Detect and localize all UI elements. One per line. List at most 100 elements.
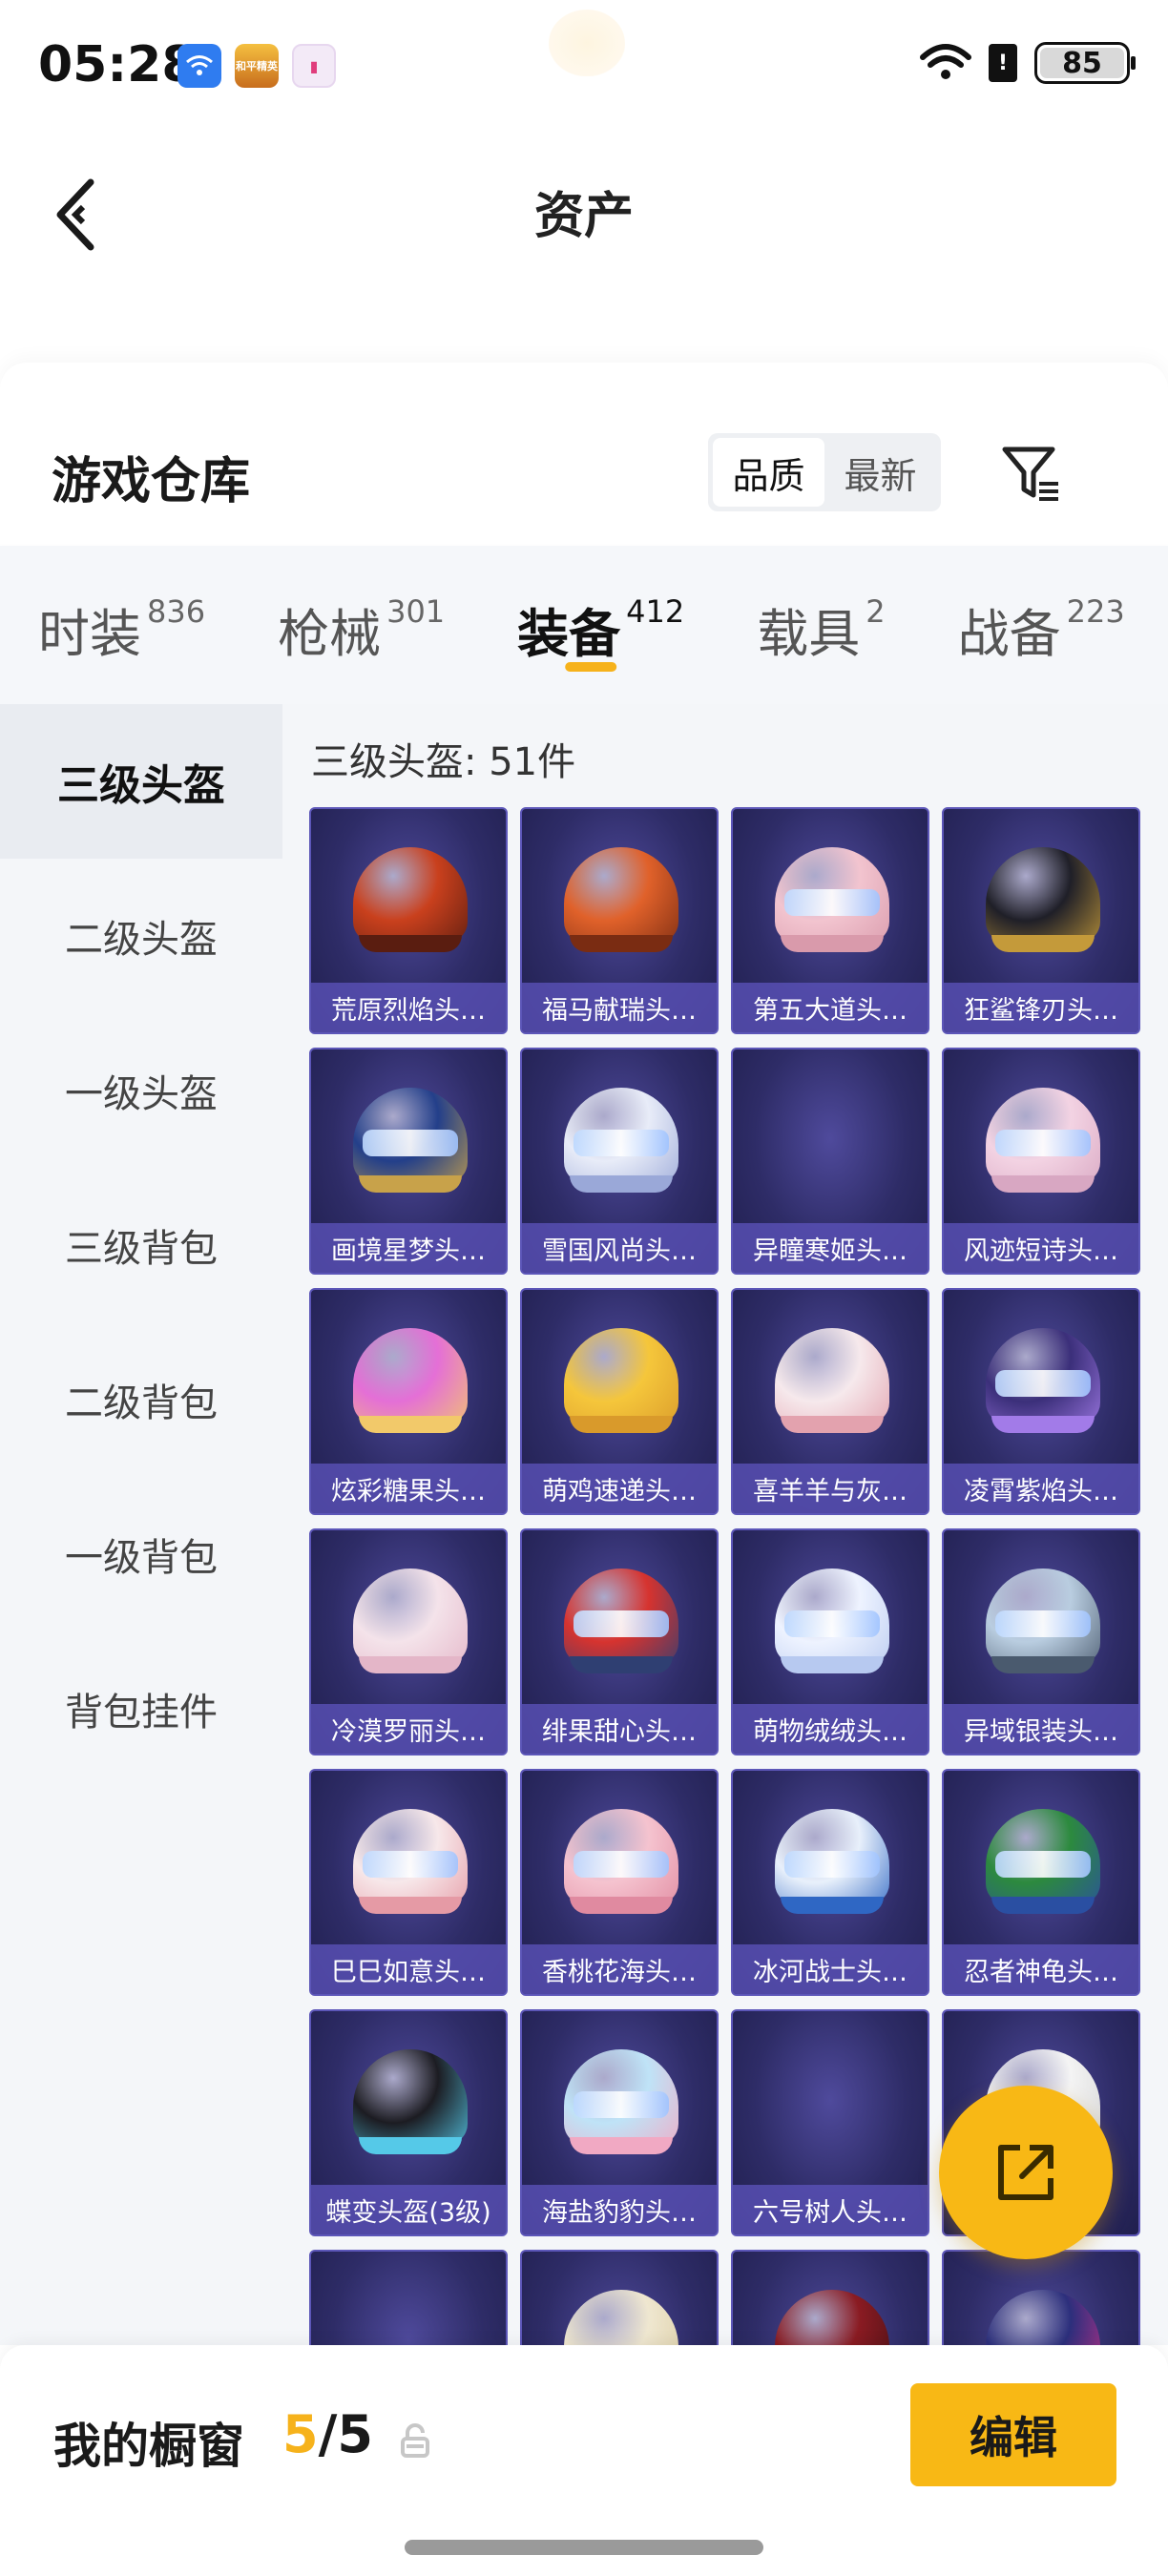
helmet-icon bbox=[353, 1328, 468, 1443]
status-bar: 05:28 和平精英 ▮ ! 85 bbox=[0, 0, 1168, 134]
tab-count: 836 bbox=[147, 593, 206, 630]
sidebar-item-level2-backpack[interactable]: 二级背包 bbox=[0, 1322, 282, 1477]
item-card[interactable]: 萌物绒绒头… bbox=[731, 1528, 929, 1755]
item-name: 喜羊羊与灰… bbox=[733, 1464, 928, 1513]
item-card[interactable]: 忍者神龟头… bbox=[942, 1769, 1140, 1996]
helmet-icon bbox=[353, 847, 468, 962]
item-name: 风迹短诗头… bbox=[944, 1223, 1138, 1273]
helmet-icon bbox=[564, 1088, 678, 1202]
subcategory-sidebar: 三级头盔 二级头盔 一级头盔 三级背包 二级背包 一级背包 背包挂件 bbox=[0, 704, 282, 2345]
item-card[interactable]: 香桃花海头… bbox=[520, 1769, 719, 1996]
item-card[interactable]: 雪国风尚头… bbox=[520, 1048, 719, 1275]
item-name: 海盐豹豹头… bbox=[522, 2185, 717, 2234]
helmet-icon bbox=[986, 1568, 1100, 1683]
tab-count: 2 bbox=[866, 593, 886, 630]
filter-button[interactable] bbox=[992, 435, 1069, 511]
tab-supplies[interactable]: 战备 223 bbox=[958, 546, 1125, 667]
item-name: 萌物绒绒头… bbox=[733, 1704, 928, 1754]
item-name: 香桃花海头… bbox=[522, 1944, 717, 1994]
item-card[interactable]: 海盐豹豹头… bbox=[520, 2009, 719, 2236]
helmet-icon bbox=[353, 2049, 468, 2164]
sidebar-item-level3-backpack[interactable]: 三级背包 bbox=[0, 1168, 282, 1322]
item-card[interactable]: 凌霄紫焰头… bbox=[942, 1288, 1140, 1515]
battery-icon: 85 bbox=[1034, 42, 1136, 84]
game-app-icon-text: 和平精英 bbox=[236, 60, 278, 73]
tab-count: 223 bbox=[1066, 593, 1125, 630]
item-card[interactable]: 六号树人头… bbox=[731, 2009, 929, 2236]
item-card[interactable]: 喜羊羊与灰… bbox=[731, 1288, 929, 1515]
item-card[interactable]: 画境星梦头… bbox=[309, 1048, 508, 1275]
helmet-icon bbox=[564, 2290, 678, 2345]
helmet-icon bbox=[986, 847, 1100, 962]
item-name: 雪国风尚头… bbox=[522, 1223, 717, 1273]
tab-vehicles[interactable]: 载具 2 bbox=[757, 546, 885, 667]
helmet-icon bbox=[986, 1328, 1100, 1443]
item-name: 炫彩糖果头… bbox=[311, 1464, 506, 1513]
tab-fashion[interactable]: 时装 836 bbox=[38, 546, 205, 667]
share-icon bbox=[998, 2145, 1053, 2200]
tab-count: 301 bbox=[386, 593, 446, 630]
active-tab-indicator bbox=[564, 662, 616, 672]
filter-icon bbox=[1002, 447, 1058, 501]
helmet-icon bbox=[564, 847, 678, 962]
item-card[interactable]: 狂鲨锋刃头… bbox=[942, 807, 1140, 1034]
sort-quality-option[interactable]: 品质 bbox=[713, 438, 824, 507]
item-card[interactable]: 异域银装头… bbox=[942, 1528, 1140, 1755]
item-name: 福马献瑞头… bbox=[522, 983, 717, 1032]
item-card[interactable]: 炫彩糖果头… bbox=[309, 1288, 508, 1515]
helmet-icon bbox=[775, 1328, 889, 1443]
item-card[interactable]: 风迹短诗头… bbox=[942, 1048, 1140, 1275]
helmet-icon bbox=[775, 2290, 889, 2345]
helmet-icon bbox=[775, 847, 889, 962]
wifi-signal-icon bbox=[920, 44, 971, 79]
share-button[interactable] bbox=[939, 2086, 1113, 2259]
sidebar-item-level1-backpack[interactable]: 一级背包 bbox=[0, 1477, 282, 1631]
game-app-icon: 和平精英 bbox=[235, 44, 279, 88]
sort-newest-option[interactable]: 最新 bbox=[824, 438, 936, 507]
sidebar-item-level1-helmet[interactable]: 一级头盔 bbox=[0, 1013, 282, 1168]
item-card[interactable]: 绯果甜心头… bbox=[520, 1528, 719, 1755]
tab-label: 载具 bbox=[757, 604, 861, 664]
helmet-icon bbox=[353, 1809, 468, 1923]
item-name: 忍者神龟头… bbox=[944, 1944, 1138, 1994]
tab-equipment[interactable]: 装备 412 bbox=[517, 546, 684, 672]
item-card[interactable]: 萌鸡速递头… bbox=[520, 1288, 719, 1515]
item-card[interactable]: 异瞳寒姬头… bbox=[731, 1048, 929, 1275]
item-card[interactable]: 第五大道头… bbox=[731, 807, 929, 1034]
item-card[interactable]: 冷漠罗丽头… bbox=[309, 1528, 508, 1755]
helmet-icon bbox=[564, 2049, 678, 2164]
wifi-app-icon bbox=[177, 44, 221, 88]
sim-alert-icon: ! bbox=[989, 44, 1017, 82]
sidebar-item-backpack-charm[interactable]: 背包挂件 bbox=[0, 1631, 282, 1786]
tab-label: 枪械 bbox=[278, 604, 382, 664]
item-name: 萌鸡速递头… bbox=[522, 1464, 717, 1513]
item-name: 冰河战士头… bbox=[733, 1944, 928, 1994]
item-card[interactable]: 蝶变头盔(3级) bbox=[309, 2009, 508, 2236]
item-card[interactable]: 巳巳如意头… bbox=[309, 1769, 508, 1996]
helmet-icon bbox=[564, 1328, 678, 1443]
item-card[interactable] bbox=[942, 2250, 1140, 2345]
helmet-icon bbox=[564, 1568, 678, 1683]
showcase-bar: 我的橱窗 5/5 编辑 bbox=[0, 2345, 1168, 2576]
sidebar-item-level2-helmet[interactable]: 二级头盔 bbox=[0, 859, 282, 1013]
item-card[interactable]: 荒原烈焰头… bbox=[309, 807, 508, 1034]
edit-button[interactable]: 编辑 bbox=[910, 2383, 1116, 2486]
lock-icon bbox=[401, 2423, 429, 2458]
item-name: 冷漠罗丽头… bbox=[311, 1704, 506, 1754]
shop-app-icon: ▮ bbox=[292, 44, 336, 88]
item-name: 画境星梦头… bbox=[311, 1223, 506, 1273]
sidebar-item-level3-helmet[interactable]: 三级头盔 bbox=[0, 704, 282, 859]
helmet-icon bbox=[986, 2290, 1100, 2345]
tab-guns[interactable]: 枪械 301 bbox=[278, 546, 445, 667]
helmet-icon bbox=[775, 1568, 889, 1683]
page-header: 资产 bbox=[0, 134, 1168, 286]
item-card[interactable] bbox=[520, 2250, 719, 2345]
item-name: 异域银装头… bbox=[944, 1704, 1138, 1754]
showcase-separator: / bbox=[318, 2404, 338, 2464]
item-card[interactable]: 福马献瑞头… bbox=[520, 807, 719, 1034]
showcase-current: 5 bbox=[282, 2404, 319, 2464]
item-card[interactable] bbox=[309, 2250, 508, 2345]
item-card[interactable] bbox=[731, 2250, 929, 2345]
item-card[interactable]: 冰河战士头… bbox=[731, 1769, 929, 1996]
category-tabs: 时装 836 枪械 301 装备 412 载具 2 战备 223 bbox=[0, 546, 1168, 704]
